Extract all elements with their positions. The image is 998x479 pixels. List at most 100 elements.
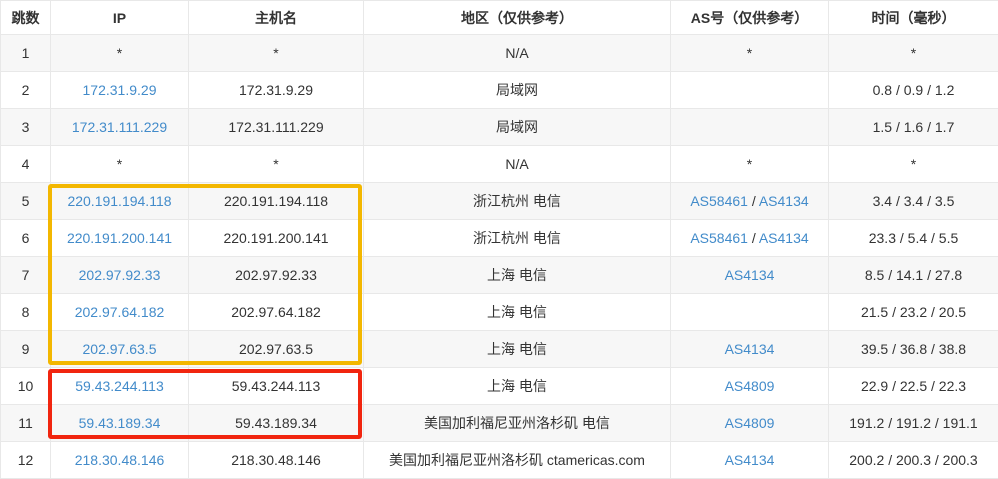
cell-hostname: 172.31.111.229 [189, 109, 364, 146]
table-row: 12218.30.48.146218.30.48.146美国加利福尼亚州洛杉矶 … [1, 442, 998, 479]
cell-asn: AS4809 [671, 405, 829, 442]
header-row: 跳数 IP 主机名 地区（仅供参考） AS号（仅供参考） 时间（毫秒） [1, 1, 998, 35]
cell-asn: AS4134 [671, 442, 829, 479]
col-header-region: 地区（仅供参考） [364, 1, 671, 35]
asn-link[interactable]: AS4134 [759, 230, 809, 246]
cell-region: N/A [364, 35, 671, 72]
cell-region: 局域网 [364, 109, 671, 146]
cell-asn: AS4134 [671, 331, 829, 368]
cell-ip: 218.30.48.146 [51, 442, 189, 479]
col-header-hop: 跳数 [1, 1, 51, 35]
cell-hop: 2 [1, 72, 51, 109]
table-row: 6220.191.200.141220.191.200.141浙江杭州 电信AS… [1, 220, 998, 257]
cell-ip: 202.97.64.182 [51, 294, 189, 331]
cell-hop: 11 [1, 405, 51, 442]
asn-link[interactable]: AS4134 [725, 267, 775, 283]
ip-link[interactable]: 220.191.194.118 [67, 193, 171, 209]
cell-hop: 3 [1, 109, 51, 146]
cell-hostname: 218.30.48.146 [189, 442, 364, 479]
cell-time: * [829, 35, 998, 72]
cell-region: 局域网 [364, 72, 671, 109]
ip-link[interactable]: 172.31.111.229 [72, 119, 167, 135]
cell-region: N/A [364, 146, 671, 183]
ip-link[interactable]: 218.30.48.146 [75, 452, 165, 468]
table-row: 8202.97.64.182202.97.64.182上海 电信21.5 / 2… [1, 294, 998, 331]
cell-asn: * [671, 35, 829, 72]
table-row: 9202.97.63.5202.97.63.5上海 电信AS413439.5 /… [1, 331, 998, 368]
cell-hostname: 202.97.64.182 [189, 294, 364, 331]
asn-link[interactable]: AS4809 [725, 378, 775, 394]
cell-time: * [829, 146, 998, 183]
cell-time: 191.2 / 191.2 / 191.1 [829, 405, 998, 442]
cell-region: 美国加利福尼亚州洛杉矶 ctamericas.com [364, 442, 671, 479]
table-row: 1**N/A** [1, 35, 998, 72]
ip-link[interactable]: 59.43.244.113 [75, 378, 164, 394]
asn-link[interactable]: AS4134 [725, 341, 775, 357]
cell-ip: 220.191.200.141 [51, 220, 189, 257]
cell-ip: * [51, 146, 189, 183]
cell-asn [671, 109, 829, 146]
col-header-ip: IP [51, 1, 189, 35]
cell-ip: 59.43.189.34 [51, 405, 189, 442]
cell-hostname: * [189, 35, 364, 72]
cell-hop: 6 [1, 220, 51, 257]
cell-time: 1.5 / 1.6 / 1.7 [829, 109, 998, 146]
cell-hop: 7 [1, 257, 51, 294]
cell-asn: * [671, 146, 829, 183]
ip-link[interactable]: 59.43.189.34 [79, 415, 161, 431]
cell-region: 浙江杭州 电信 [364, 220, 671, 257]
ip-link[interactable]: 202.97.63.5 [83, 341, 157, 357]
col-header-asn: AS号（仅供参考） [671, 1, 829, 35]
cell-asn [671, 72, 829, 109]
cell-asn: AS4134 [671, 257, 829, 294]
cell-hop: 8 [1, 294, 51, 331]
cell-hop: 4 [1, 146, 51, 183]
cell-region: 上海 电信 [364, 257, 671, 294]
cell-region: 美国加利福尼亚州洛杉矶 电信 [364, 405, 671, 442]
cell-hostname: 59.43.189.34 [189, 405, 364, 442]
ip-link[interactable]: 202.97.64.182 [75, 304, 165, 320]
cell-region: 上海 电信 [364, 331, 671, 368]
col-header-hostname: 主机名 [189, 1, 364, 35]
cell-time: 39.5 / 36.8 / 38.8 [829, 331, 998, 368]
asn-link[interactable]: AS58461 [690, 230, 748, 246]
table-row: 2172.31.9.29172.31.9.29局域网0.8 / 0.9 / 1.… [1, 72, 998, 109]
cell-hostname: 202.97.92.33 [189, 257, 364, 294]
cell-hop: 12 [1, 442, 51, 479]
cell-asn: AS4809 [671, 368, 829, 405]
cell-hop: 5 [1, 183, 51, 220]
table-row: 5220.191.194.118220.191.194.118浙江杭州 电信AS… [1, 183, 998, 220]
asn-link[interactable]: AS4809 [725, 415, 775, 431]
ip-link[interactable]: 172.31.9.29 [83, 82, 157, 98]
traceroute-table: 跳数 IP 主机名 地区（仅供参考） AS号（仅供参考） 时间（毫秒） 1**N… [0, 0, 998, 479]
cell-hostname: 59.43.244.113 [189, 368, 364, 405]
cell-asn [671, 294, 829, 331]
asn-link[interactable]: AS58461 [690, 193, 748, 209]
cell-ip: 202.97.92.33 [51, 257, 189, 294]
cell-hop: 10 [1, 368, 51, 405]
cell-region: 上海 电信 [364, 294, 671, 331]
cell-time: 23.3 / 5.4 / 5.5 [829, 220, 998, 257]
cell-time: 200.2 / 200.3 / 200.3 [829, 442, 998, 479]
cell-ip: 59.43.244.113 [51, 368, 189, 405]
cell-hop: 1 [1, 35, 51, 72]
cell-time: 3.4 / 3.4 / 3.5 [829, 183, 998, 220]
asn-link[interactable]: AS4134 [759, 193, 809, 209]
table-body: 1**N/A**2172.31.9.29172.31.9.29局域网0.8 / … [1, 35, 998, 479]
cell-time: 21.5 / 23.2 / 20.5 [829, 294, 998, 331]
cell-ip: * [51, 35, 189, 72]
ip-link[interactable]: 220.191.200.141 [67, 230, 172, 246]
table-row: 1059.43.244.11359.43.244.113上海 电信AS48092… [1, 368, 998, 405]
table-row: 3172.31.111.229172.31.111.229局域网1.5 / 1.… [1, 109, 998, 146]
cell-ip: 202.97.63.5 [51, 331, 189, 368]
asn-link[interactable]: AS4134 [725, 452, 775, 468]
cell-region: 上海 电信 [364, 368, 671, 405]
cell-ip: 172.31.111.229 [51, 109, 189, 146]
cell-hostname: * [189, 146, 364, 183]
table-row: 4**N/A** [1, 146, 998, 183]
cell-asn: AS58461 / AS4134 [671, 183, 829, 220]
ip-link[interactable]: 202.97.92.33 [79, 267, 161, 283]
cell-time: 0.8 / 0.9 / 1.2 [829, 72, 998, 109]
table-row: 7202.97.92.33202.97.92.33上海 电信AS41348.5 … [1, 257, 998, 294]
cell-ip: 172.31.9.29 [51, 72, 189, 109]
